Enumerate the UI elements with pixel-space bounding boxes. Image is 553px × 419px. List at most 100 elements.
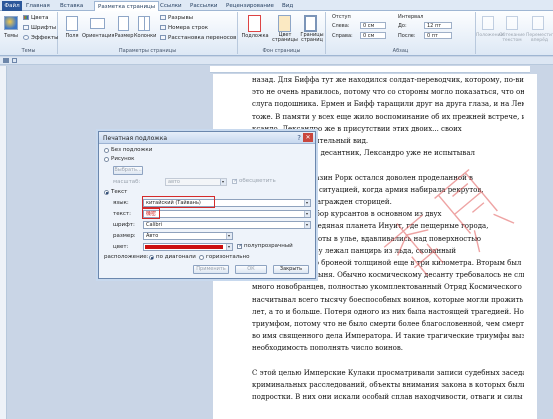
ribbon: Темы Цвета Шрифты Эффекты Темы Поля Орие… <box>0 11 553 56</box>
document-line: триумфом, потому что не было смерти боле… <box>252 320 524 329</box>
no-watermark-radio[interactable] <box>104 148 109 153</box>
document-line: необходимость пополнять число воинов. <box>252 344 404 353</box>
text-watermark-radio[interactable] <box>104 190 109 195</box>
horizontal-ruler[interactable] <box>210 66 530 73</box>
document-line: это не очень нравилось, потому что со ст… <box>252 88 524 97</box>
tab-review[interactable]: Рецензирование <box>226 1 274 11</box>
wrap-text-button[interactable]: Обтекание текстом <box>498 33 526 43</box>
bring-forward-button[interactable]: Переместить вперёд <box>526 33 553 43</box>
text-watermark-label[interactable]: Текст <box>111 189 127 195</box>
dialog-title: Печатная подложка <box>103 135 167 142</box>
diagonal-radio[interactable] <box>149 255 154 260</box>
text-select[interactable]: 機密 <box>143 210 311 218</box>
size-icon[interactable] <box>118 16 129 31</box>
arrange-group: Положение Обтекание текстом Переместить … <box>476 12 553 54</box>
themes-group: Темы Цвета Шрифты Эффекты Темы <box>0 12 59 54</box>
margins-button[interactable]: Поля <box>61 33 83 39</box>
size-select[interactable]: Авто <box>143 232 233 240</box>
indent-left-input[interactable]: 0 см <box>360 22 386 29</box>
themes-icon[interactable] <box>4 16 18 30</box>
help-icon[interactable]: ? <box>297 134 301 142</box>
ruler-toggle-icon[interactable] <box>3 58 9 63</box>
close-icon[interactable]: ✕ <box>303 133 313 142</box>
tab-mailings[interactable]: Рассылки <box>190 1 218 11</box>
horizontal-label[interactable]: горизонтально <box>206 254 250 260</box>
vertical-ruler[interactable] <box>0 66 7 419</box>
tab-file[interactable]: Файл <box>2 1 22 11</box>
semitransparent-label: полупрозрачный <box>244 243 293 249</box>
language-label: язык: <box>113 200 129 206</box>
washout-checkbox[interactable] <box>232 178 238 184</box>
tab-references[interactable]: Ссылки <box>160 1 182 11</box>
picture-watermark-radio[interactable] <box>104 157 109 162</box>
text-highlight <box>142 208 160 219</box>
ribbon-tabs-bar: Файл Главная Вставка Разметка страницы С… <box>0 0 553 12</box>
tab-home[interactable]: Главная <box>26 1 50 11</box>
breaks-icon <box>160 15 166 20</box>
scale-select[interactable]: авто <box>165 178 227 186</box>
document-line: насчитывал всего тысячу боеспособных вои… <box>252 295 524 304</box>
position-button[interactable]: Положение <box>476 33 503 38</box>
chevron-down-icon <box>220 179 226 185</box>
page-borders-icon[interactable] <box>304 15 317 32</box>
bring-forward-icon[interactable] <box>532 16 544 30</box>
watermark-button[interactable]: Подложка <box>240 33 270 39</box>
picture-watermark-label[interactable]: Рисунок <box>111 156 134 162</box>
line-numbers-button[interactable]: Номера строк <box>160 25 208 31</box>
paragraph-group-label: Абзац <box>392 48 409 54</box>
orientation-icon[interactable] <box>90 18 105 29</box>
theme-colors-button[interactable]: Цвета <box>23 15 48 21</box>
wrap-text-icon[interactable] <box>506 16 518 30</box>
scale-label: масштаб: <box>113 179 141 185</box>
indent-right-label: Справа: <box>332 33 353 39</box>
theme-fonts-button[interactable]: Шрифты <box>23 25 56 31</box>
breaks-button[interactable]: Разрывы <box>160 15 193 21</box>
colors-icon <box>23 15 29 20</box>
diagonal-label[interactable]: по диагонали <box>156 254 196 260</box>
margins-icon[interactable] <box>66 16 78 31</box>
font-select[interactable]: Calibri <box>143 221 311 229</box>
indent-heading: Отступ <box>332 14 351 20</box>
view-icon[interactable] <box>12 58 17 63</box>
apply-button[interactable]: Применить <box>193 265 229 274</box>
color-select[interactable] <box>143 243 233 251</box>
select-picture-button[interactable]: Выбрать... <box>113 166 143 175</box>
tab-insert[interactable]: Вставка <box>60 1 83 11</box>
watermark-icon[interactable] <box>248 15 261 32</box>
text-label: текст: <box>113 211 131 217</box>
no-watermark-label[interactable]: Без подложки <box>111 147 152 153</box>
orientation-button[interactable]: Ориентация <box>82 33 114 39</box>
page-color-icon[interactable] <box>278 15 291 32</box>
dialog-titlebar[interactable]: Печатная подложка ? ✕ <box>99 132 315 144</box>
columns-button[interactable]: Колонки <box>134 33 156 39</box>
page-color-button[interactable]: Цвет страницы <box>271 33 299 43</box>
color-label: цвет: <box>113 244 129 250</box>
spacing-after-input[interactable]: 0 пт <box>424 32 452 39</box>
hyphenation-button[interactable]: Расстановка переносов <box>160 35 236 41</box>
spacing-before-input[interactable]: 12 пт <box>424 22 452 29</box>
document-line: С этой целью Имперские Кулаки просматрив… <box>252 368 524 377</box>
tab-view[interactable]: Вид <box>282 1 293 11</box>
page-borders-button[interactable]: Границы страниц <box>298 33 326 43</box>
effects-icon <box>23 35 29 40</box>
themes-button-label[interactable]: Темы <box>0 33 22 39</box>
font-label: шрифт: <box>113 222 135 228</box>
position-icon[interactable] <box>482 16 494 30</box>
spacing-before-label: До: <box>398 23 407 29</box>
columns-icon[interactable] <box>138 16 150 31</box>
ok-button[interactable]: ОК <box>235 265 267 274</box>
chevron-down-icon <box>304 200 310 206</box>
document-line: лет, а то и больше. Потеря одного из них… <box>252 307 524 316</box>
theme-effects-button[interactable]: Эффекты <box>23 35 59 41</box>
chevron-down-icon <box>226 233 232 239</box>
close-button[interactable]: Закрыть <box>273 265 309 274</box>
watermark-dialog: Печатная подложка ? ✕ Без подложки Рисун… <box>98 131 316 279</box>
page-background-group: Подложка Цвет страницы Границы страниц Ф… <box>238 12 326 54</box>
size-button[interactable]: Размер <box>114 33 134 39</box>
color-swatch <box>145 245 223 249</box>
language-highlight <box>142 196 215 208</box>
semitransparent-checkbox[interactable] <box>237 243 243 249</box>
horizontal-radio[interactable] <box>199 255 204 260</box>
indent-right-input[interactable]: 0 см <box>360 32 386 39</box>
washout-label: обесцветить <box>239 178 276 184</box>
